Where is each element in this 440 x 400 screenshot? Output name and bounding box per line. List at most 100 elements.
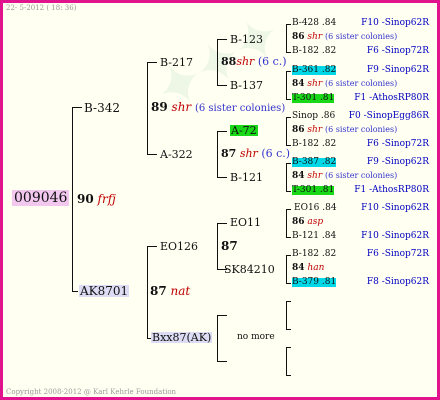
colony-code: shr	[307, 171, 323, 181]
connector	[286, 375, 291, 376]
sister-colonies-note: (6 c.)	[257, 55, 287, 68]
connector	[286, 191, 291, 192]
pedigree-node[interactable]: B-137	[230, 80, 263, 91]
connector	[72, 291, 78, 292]
sister-colonies-note: (6 sister colonies)	[325, 79, 398, 88]
sire-mating-number: 89 shr (6 sister colonies)	[151, 101, 285, 114]
sire-node[interactable]: B-342	[84, 102, 120, 114]
colony-code: shr	[236, 55, 255, 68]
mating-3a: 88shr (6 c.)	[221, 56, 287, 67]
connector	[147, 246, 148, 338]
connector	[72, 107, 82, 108]
connector	[286, 347, 287, 375]
connector	[217, 177, 227, 178]
mating-4b: 84 shr (6 sister colonies)	[292, 80, 397, 89]
mating-4d: 84 shr (6 sister colonies)	[292, 172, 397, 181]
mating-number: 87	[221, 239, 238, 253]
connector	[286, 145, 291, 146]
connector	[217, 85, 227, 86]
connector	[286, 24, 291, 25]
connector	[217, 361, 227, 362]
sister-colonies-note: (6 sister colonies)	[194, 103, 286, 114]
dam-node[interactable]: AK8701	[79, 285, 130, 297]
connector	[286, 99, 291, 100]
date-header: 22- 5-2012 ( 18: 36)	[6, 4, 77, 12]
ancestor-id[interactable]: B-428 .84	[292, 19, 336, 28]
grandsire-node[interactable]: B-217	[160, 57, 193, 68]
ancestor-id[interactable]: B-387 .82	[292, 158, 337, 167]
connector	[217, 39, 218, 85]
breeder-ref: F6 -Sinop72R	[366, 139, 429, 149]
connector	[286, 255, 291, 256]
colony-code: frfj	[97, 192, 116, 206]
sister-colonies-note: (6 sister colonies)	[325, 125, 398, 134]
connector	[217, 315, 218, 361]
breeder-ref: F9 -Sinop62R	[366, 65, 429, 75]
breeder-ref: F6 -Sinop72R	[366, 46, 429, 56]
breeder-ref: F10 -Sinop62R	[361, 203, 429, 213]
connector	[286, 24, 287, 52]
ancestor-id[interactable]: B-379 .81	[292, 278, 337, 287]
ancestor-id[interactable]: T-301 .81	[292, 186, 335, 195]
no-more-label: no more	[237, 332, 275, 342]
granddam-node[interactable]: A-322	[160, 149, 193, 160]
ancestor-id[interactable]: T-301 .81	[292, 94, 335, 103]
connector	[286, 163, 287, 191]
pedigree-node[interactable]: EO11	[230, 217, 261, 228]
mating-number: 87	[150, 284, 167, 298]
ancestor-id[interactable]: B-182 .82	[292, 140, 336, 149]
breeder-ref: F9 -Sinop62R	[366, 157, 429, 167]
mating-4a: 86 shr (6 sister colonies)	[292, 33, 397, 42]
breeder-ref: F1 -AthosRP80R	[354, 93, 429, 103]
colony-code: shr	[307, 125, 323, 135]
dam-mating-number: 87 nat	[150, 285, 190, 297]
ancestor-id[interactable]: B-182 .82	[292, 250, 336, 259]
connector	[286, 301, 287, 329]
connector	[147, 246, 157, 247]
dam-sire-node[interactable]: EO126	[160, 241, 198, 252]
mating-number: 86	[292, 217, 305, 227]
ancestor-id[interactable]: B-121 .84	[292, 232, 336, 241]
connector	[217, 223, 227, 224]
mating-3c: 87	[221, 240, 238, 252]
connector	[286, 283, 291, 284]
connector	[217, 315, 227, 316]
breeder-ref: F1 -AthosRP80R	[354, 185, 429, 195]
colony-code: han	[307, 263, 325, 273]
ancestor-id[interactable]: EO16 .84	[294, 204, 337, 213]
connector	[286, 237, 291, 238]
pedigree-node[interactable]: B-123	[230, 34, 263, 45]
connector	[286, 117, 287, 145]
ancestor-id[interactable]: Sinop .86	[292, 112, 335, 121]
connector	[217, 131, 227, 132]
mating-number: 84	[292, 171, 305, 181]
breeder-ref: F8 -Sinop62R	[366, 277, 429, 287]
mating-number: 88	[221, 55, 237, 68]
connector	[147, 62, 148, 154]
connector	[147, 154, 157, 155]
dam-dam-node[interactable]: Bxx87(AK)	[151, 332, 213, 343]
breeder-ref: F10 -Sinop62R	[361, 231, 429, 241]
connector	[147, 62, 157, 63]
pedigree-node[interactable]: A-72	[230, 125, 258, 136]
mating-4e: 86 asp	[292, 218, 323, 227]
copyright-footer: Copyright 2008-2012 @ Karl Kehrle Founda…	[6, 388, 177, 396]
mating-number: 86	[292, 125, 305, 135]
mating-4f: 84 han	[292, 264, 324, 273]
mating-number: 89	[151, 100, 168, 114]
pedigree-node[interactable]: SK84210	[224, 264, 275, 275]
connector	[286, 209, 291, 210]
connector	[286, 347, 291, 348]
colony-code: shr	[307, 32, 323, 42]
mating-number: 86	[292, 32, 305, 42]
sister-colonies-note: (6 sister colonies)	[325, 32, 398, 41]
colony-code: nat	[170, 284, 191, 298]
pedigree-node[interactable]: B-121	[230, 172, 263, 183]
sister-colonies-note: (6 c.)	[261, 147, 291, 160]
mating-3b: 87 shr (6 c.)	[221, 148, 290, 159]
queen-id[interactable]: 009046	[12, 190, 70, 206]
connector	[217, 223, 218, 269]
connector	[286, 117, 291, 118]
ancestor-id[interactable]: B-182 .82	[292, 47, 336, 56]
ancestor-id[interactable]: B-361 .82	[292, 66, 337, 75]
